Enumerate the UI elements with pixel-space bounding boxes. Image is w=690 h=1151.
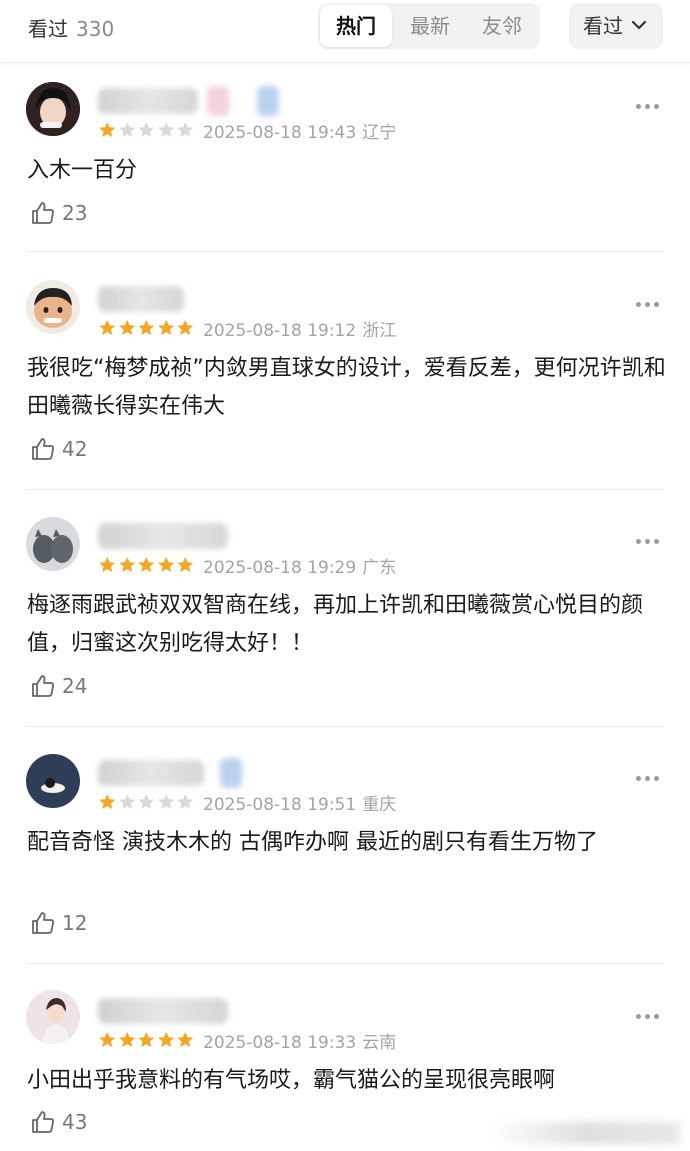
comment-time: 2025-08-18 19:43 [203,123,357,143]
star-icon [177,320,194,335]
comment-region: 重庆 [362,795,397,815]
comment-text: 小田出乎我意料的有气场哎，霸气猫公的呈现很亮眼啊 [27,1068,556,1093]
comment-meta: 2025-08-18 19:43 辽宁 [203,118,396,143]
comment-region: 云南 [362,1033,397,1053]
like-count: 42 [62,437,88,461]
like-count: 23 [62,201,88,225]
more-options-icon[interactable] [636,776,664,784]
comment-text: 配音奇怪 演技木木的 古偶咋办啊 最近的剧只有看生万物了 [27,830,598,855]
thumbs-up-icon [32,675,54,697]
star-icon [99,794,116,809]
tab-friends[interactable]: 友邻 [466,3,538,49]
header: 看过 330 热门 最新 友邻 看过 [0,0,690,63]
comment-meta: 2025-08-18 19:29 广东 [203,553,396,578]
comment-meta: 2025-08-18 19:51 重庆 [203,790,396,815]
star-icon [99,557,116,572]
star-icon [118,794,135,809]
username-blurred [98,760,204,786]
avatar[interactable] [26,754,80,808]
user-badge-blurred [257,86,279,116]
star-icon [138,794,155,809]
star-icon [118,1032,135,1047]
comment-region: 辽宁 [362,123,397,143]
star-icon [118,557,135,572]
sort-tabs: 热门 最新 友邻 [318,3,540,49]
user-badge-blurred [220,758,242,788]
more-options-icon[interactable] [636,104,664,112]
more-options-icon[interactable] [636,1014,664,1022]
watched-count-number: 330 [76,17,115,41]
thumbs-up-icon [32,438,54,460]
comment-item: 2025-08-18 19:29 广东 梅逐雨跟武祯双双智商在线，再加上许凯和田曦… [0,515,690,727]
rating-stars [98,1030,196,1050]
more-options-icon[interactable] [636,539,664,547]
avatar[interactable] [26,517,80,571]
star-icon [157,557,174,572]
comment-region: 广东 [362,558,397,578]
star-icon [138,557,155,572]
comment-text: 入木一百分 [27,158,138,183]
star-icon [177,122,194,137]
comment-time: 2025-08-18 19:12 [203,321,357,341]
comment-region: 浙江 [362,321,397,341]
user-badge-blurred [207,86,229,116]
star-icon [157,320,174,335]
username-blurred [98,88,198,114]
star-icon [99,1032,116,1047]
status-filter-dropdown[interactable]: 看过 [569,3,663,49]
watched-count: 看过 330 [28,13,114,42]
rating-stars [98,120,196,140]
divider [26,489,664,490]
star-icon [157,794,174,809]
star-icon [138,122,155,137]
star-icon [99,320,116,335]
comment-time: 2025-08-18 19:29 [203,558,357,578]
comment-item: 2025-08-18 19:43 辽宁 入木一百分 23 [0,80,690,252]
comment-time: 2025-08-18 19:33 [203,1033,357,1053]
comment-meta: 2025-08-18 19:33 云南 [203,1028,396,1053]
star-icon [157,122,174,137]
avatar[interactable] [26,82,80,136]
star-icon [138,1032,155,1047]
thumbs-up-icon [32,202,54,224]
tab-hot[interactable]: 热门 [320,5,392,47]
like-count: 43 [62,1110,88,1134]
username-blurred [98,998,228,1024]
divider [26,963,664,964]
username-blurred [98,523,228,549]
rating-stars [98,318,196,338]
comment-text: 梅逐雨跟武祯双双智商在线，再加上许凯和田曦薇赏心悦目的颜值，归蜜这次别吃得太好！… [27,593,644,656]
comment-meta: 2025-08-18 19:12 浙江 [203,316,396,341]
status-filter-label: 看过 [583,14,623,38]
rating-stars [98,555,196,575]
comment-item: 2025-08-18 19:51 重庆 配音奇怪 演技木木的 古偶咋办啊 最近的剧… [0,752,690,964]
watched-label: 看过 [28,17,68,41]
star-icon [177,794,194,809]
like-count: 24 [62,674,88,698]
thumbs-up-icon [32,912,54,934]
star-icon [118,320,135,335]
comment-text: 我很吃“梅梦成祯”内敛男直球女的设计，爱看反差，更何况许凯和田曦薇长得实在伟大 [27,356,666,419]
rating-stars [98,792,196,812]
star-icon [157,1032,174,1047]
bottom-watermark-blurred [490,1122,680,1144]
divider [26,251,664,252]
avatar[interactable] [26,280,80,334]
star-icon [177,1032,194,1047]
star-icon [118,122,135,137]
tab-latest[interactable]: 最新 [394,3,466,49]
star-icon [177,557,194,572]
star-icon [99,122,116,137]
divider [26,726,664,727]
more-options-icon[interactable] [636,302,664,310]
like-count: 12 [62,911,88,935]
thumbs-up-icon [32,1111,54,1133]
star-icon [138,320,155,335]
comment-item: 2025-08-18 19:12 浙江 我很吃“梅梦成祯”内敛男直球女的设计，爱看… [0,278,690,490]
comment-time: 2025-08-18 19:51 [203,795,357,815]
chevron-down-icon [631,20,647,30]
avatar[interactable] [26,990,80,1044]
username-blurred [98,286,184,312]
